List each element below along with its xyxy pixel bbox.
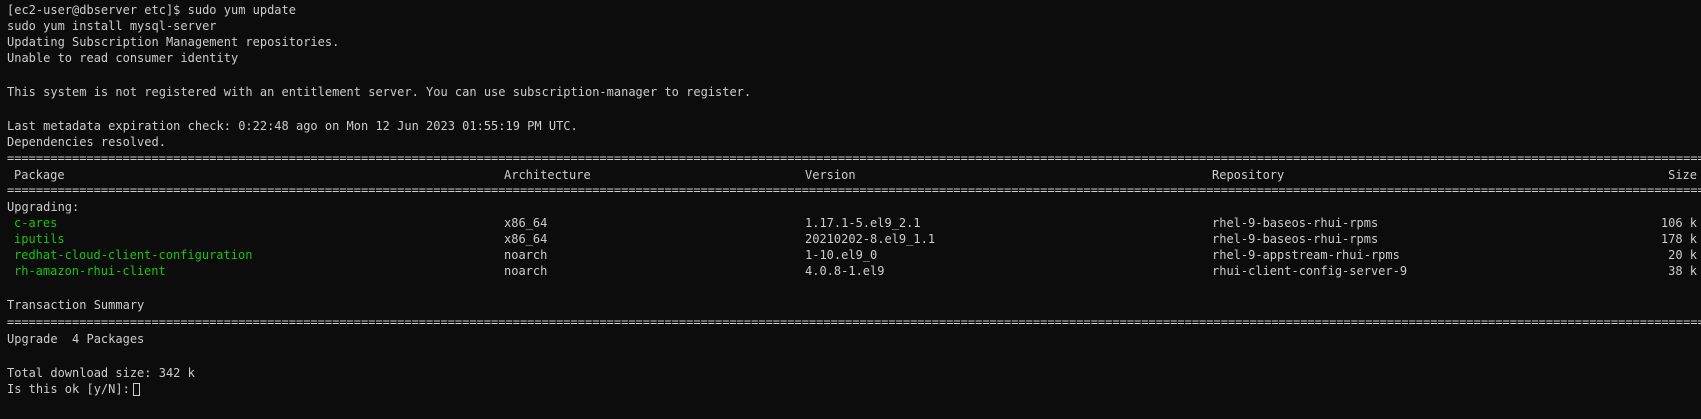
- package-size: 106 k: [1660, 216, 1697, 230]
- total-download-line: Total download size: 342 k: [7, 366, 195, 380]
- package-version: 4.0.8-1.el9: [805, 264, 885, 278]
- package-size: 20 k: [1668, 248, 1697, 262]
- dependencies-resolved-line: Dependencies resolved.: [7, 135, 166, 149]
- package-arch: noarch: [504, 248, 548, 262]
- metadata-check-line: Last metadata expiration check: 0:22:48 …: [7, 119, 578, 133]
- package-name: redhat-cloud-client-configuration: [14, 248, 253, 262]
- transaction-summary-heading: Transaction Summary: [7, 298, 145, 312]
- separator-rule: ========================================…: [0, 182, 1701, 199]
- terminal-line: Updating Subscription Management reposit…: [0, 34, 339, 51]
- text-cursor[interactable]: [133, 383, 140, 396]
- queued-command-line: sudo yum install mysql-server: [7, 19, 217, 33]
- package-size: 178 k: [1660, 232, 1697, 246]
- table-row: iputils x86_64 20210202-8.el9_1.1 rhel-9…: [0, 231, 1701, 248]
- updating-repos-line: Updating Subscription Management reposit…: [7, 35, 340, 49]
- separator-rule-text: ========================================…: [7, 183, 1701, 197]
- table-row: c-ares x86_64 1.17.1-5.el9_2.1 rhel-9-ba…: [0, 215, 1701, 232]
- terminal-line: Transaction Summary: [0, 297, 144, 314]
- terminal-line: Last metadata expiration check: 0:22:48 …: [0, 118, 578, 135]
- package-repo: rhel-9-baseos-rhui-rpms: [1212, 232, 1379, 246]
- separator-rule-text: ========================================…: [7, 315, 1701, 329]
- package-repo: rhel-9-appstream-rhui-rpms: [1212, 248, 1400, 262]
- table-row: rh-amazon-rhui-client noarch 4.0.8-1.el9…: [0, 263, 1701, 280]
- package-size: 38 k: [1668, 264, 1697, 278]
- package-repo: rhui-client-config-server-9: [1212, 264, 1408, 278]
- prompt-command-line: [ec2-user@dbserver etc]$ sudo yum update: [7, 3, 296, 17]
- terminal-line: Unable to read consumer identity: [0, 50, 238, 67]
- upgrading-heading: Upgrading:: [7, 200, 80, 214]
- terminal-line: Dependencies resolved.: [0, 134, 166, 151]
- package-name: c-ares: [14, 216, 58, 230]
- terminal-line: Upgrade 4 Packages: [0, 331, 144, 348]
- terminal-line: Total download size: 342 k: [0, 365, 195, 382]
- upgrade-count-line: Upgrade 4 Packages: [7, 332, 145, 346]
- separator-rule-text: ========================================…: [7, 151, 1701, 165]
- separator-rule: ========================================…: [0, 150, 1701, 167]
- confirm-prompt-row[interactable]: Is this ok [y/N]:: [0, 381, 400, 398]
- package-name: iputils: [14, 232, 65, 246]
- unable-identity-line: Unable to read consumer identity: [7, 51, 239, 65]
- package-arch: x86_64: [504, 216, 548, 230]
- package-version: 1.17.1-5.el9_2.1: [805, 216, 921, 230]
- terminal-line: This system is not registered with an en…: [0, 84, 751, 101]
- terminal-line: [ec2-user@dbserver etc]$ sudo yum update: [0, 2, 296, 19]
- package-arch: x86_64: [504, 232, 548, 246]
- separator-rule: ========================================…: [0, 314, 1701, 331]
- not-registered-line: This system is not registered with an en…: [7, 85, 752, 99]
- terminal-line: sudo yum install mysql-server: [0, 18, 217, 35]
- package-repo: rhel-9-baseos-rhui-rpms: [1212, 216, 1379, 230]
- package-name: rh-amazon-rhui-client: [14, 264, 166, 278]
- package-version: 20210202-8.el9_1.1: [805, 232, 936, 246]
- package-arch: noarch: [504, 264, 548, 278]
- table-row: redhat-cloud-client-configuration noarch…: [0, 247, 1701, 264]
- terminal-line: Upgrading:: [0, 199, 79, 216]
- package-version: 1-10.el9_0: [805, 248, 878, 262]
- confirm-prompt-text: Is this ok [y/N]:: [7, 382, 138, 396]
- terminal-window[interactable]: [ec2-user@dbserver etc]$ sudo yum update…: [0, 0, 1701, 419]
- partial-bottom-line: [0, 411, 29, 419]
